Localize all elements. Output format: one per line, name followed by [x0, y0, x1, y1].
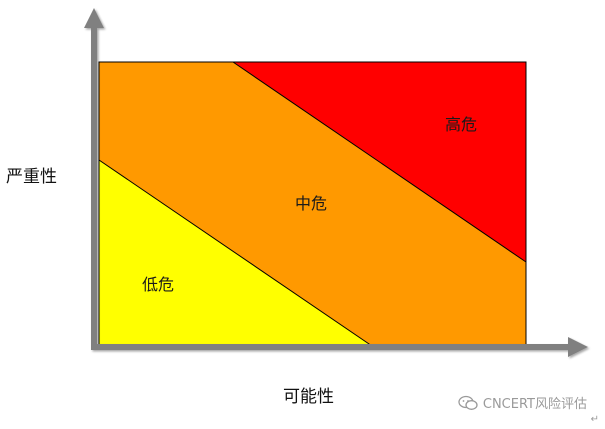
x-axis-line [91, 344, 571, 350]
watermark: CNCERT风险评估 [458, 393, 587, 412]
x-axis-arrow-icon [568, 337, 588, 357]
zone-label-medium: 中危 [295, 194, 327, 213]
zone-label-low: 低危 [142, 275, 174, 294]
y-axis-line [91, 26, 97, 348]
watermark-text: CNCERT风险评估 [482, 397, 587, 412]
y-axis-arrow-icon [84, 8, 104, 28]
wechat-icon [458, 395, 478, 410]
zone-label-high: 高危 [445, 115, 477, 134]
risk-matrix-diagram: 高危 中危 低危 [84, 8, 588, 357]
paragraph-mark: ↵ [590, 414, 599, 425]
y-axis-label: 严重性 [6, 167, 57, 187]
x-axis-label: 可能性 [283, 387, 334, 407]
